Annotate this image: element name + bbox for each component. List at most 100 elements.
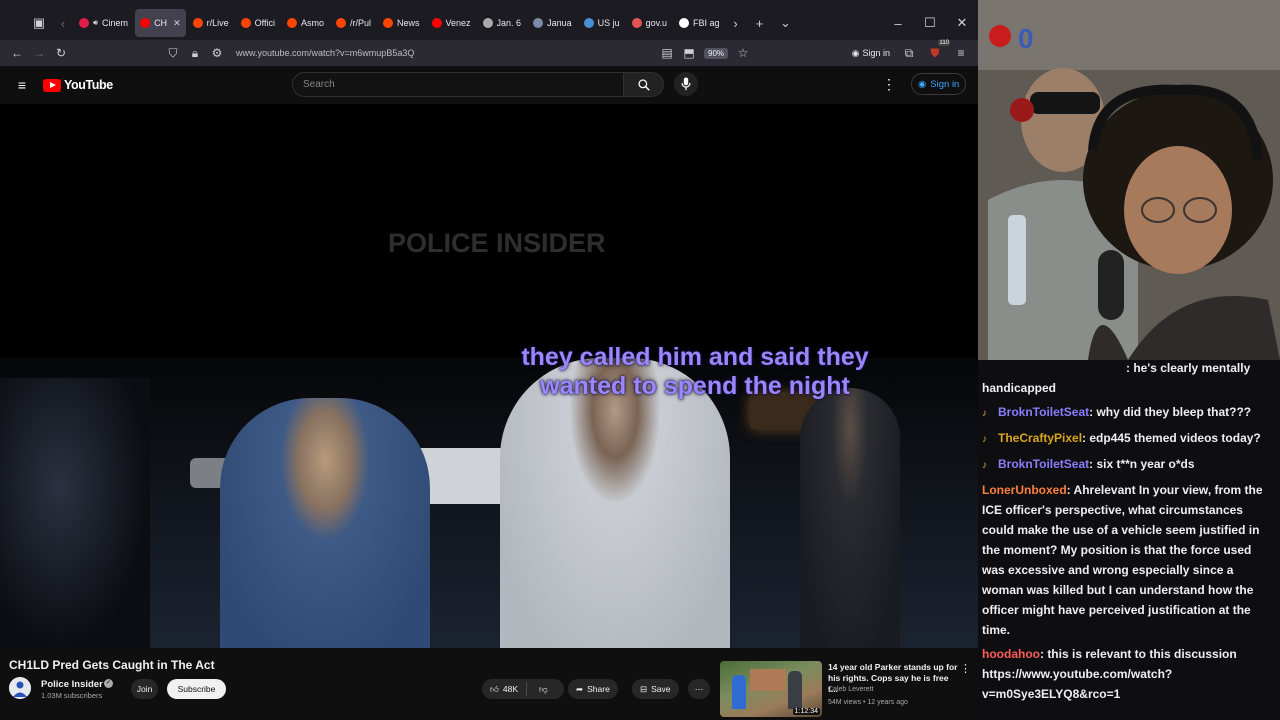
svg-text:0: 0 xyxy=(1018,23,1034,52)
more-horizontal-icon: ⋯ xyxy=(694,683,704,694)
tab-overview-icon[interactable]: ▣ xyxy=(26,10,52,36)
browser-tab[interactable]: Janua xyxy=(528,9,577,37)
search-button[interactable] xyxy=(624,72,664,97)
browser-tab[interactable]: US ju xyxy=(579,9,625,37)
lock-icon[interactable]: 🔒︎ xyxy=(184,42,206,64)
save-button[interactable]: ⊟ Save xyxy=(632,679,679,699)
voice-search-button[interactable] xyxy=(674,72,698,96)
share-button[interactable]: ➦ Share xyxy=(568,679,618,699)
browser-tab[interactable]: /r/Pul xyxy=(331,9,376,37)
tab-label: FBI ag xyxy=(692,18,720,28)
screen: ▣ ‹ 🔊︎ Cinem CH ✕ r/Live Offici Asmo/r/Pul News… xyxy=(0,0,1280,720)
audio-playing-icon[interactable]: 🔊︎ xyxy=(93,18,98,28)
maximize-icon[interactable]: ☐ xyxy=(914,10,946,36)
chat-username[interactable]: TheCraftyPixel xyxy=(998,431,1082,445)
subscribe-button[interactable]: Subscribe xyxy=(167,679,226,699)
window-controls: – ☐ ✕ xyxy=(882,10,978,36)
url-bar[interactable]: www.youtube.com/watch?v=m6wmupB5a3Q xyxy=(236,48,656,58)
reload-icon[interactable]: ↻ xyxy=(50,42,72,64)
new-tab-icon[interactable]: + xyxy=(747,10,773,36)
browser-tab[interactable]: gov.u xyxy=(627,9,672,37)
browser-tab[interactable]: Asmo xyxy=(282,9,329,37)
settings-more-icon[interactable]: ⋮ xyxy=(882,76,896,93)
browser-tab[interactable]: r/Live xyxy=(188,9,234,37)
tab-label: r/Live xyxy=(206,18,229,28)
toolbar-right: ◉ Sign in ⧉ ⛊ 110 ≡ xyxy=(848,40,972,64)
recommended-thumbnail[interactable]: 1:12:34 xyxy=(720,661,822,717)
chat-username[interactable]: BroknToiletSeat xyxy=(998,457,1089,471)
channel-name[interactable]: Police Insider xyxy=(41,679,103,690)
chat-username[interactable]: BroknToiletSeat xyxy=(998,405,1089,419)
channel-avatar[interactable] xyxy=(9,677,31,699)
browser-sign-in[interactable]: ◉ Sign in xyxy=(848,48,894,59)
tab-favicon-icon xyxy=(192,18,203,28)
tab-label: Janua xyxy=(547,18,572,28)
tab-favicon-icon xyxy=(631,18,642,28)
reader-view-icon[interactable]: ▤ xyxy=(656,42,678,64)
video-player[interactable]: POLICE INSIDER they called him and said … xyxy=(0,104,978,648)
share-label: Share xyxy=(587,684,610,694)
browser-tab[interactable]: News xyxy=(378,9,425,37)
bookmark-star-icon[interactable]: ☆ xyxy=(732,42,754,64)
man-figure xyxy=(500,358,730,648)
tabs-scroll-right-icon[interactable]: › xyxy=(725,10,747,36)
recommended-more-icon[interactable]: ⋮ xyxy=(960,662,971,675)
dislike-button[interactable]: 👎︎ xyxy=(531,684,556,695)
chat-text: : Ahrelevant In your view, from the ICE … xyxy=(982,483,1263,637)
youtube-logo[interactable]: YouTube xyxy=(43,78,113,92)
tab-favicon-icon xyxy=(431,18,442,28)
tab-label: Cinem xyxy=(102,18,129,28)
recommended-video[interactable]: 1:12:34 14 year old Parker stands up for… xyxy=(720,661,971,717)
back-icon[interactable]: ← xyxy=(6,42,28,64)
chat-text: : why did they bleep that??? xyxy=(1089,405,1252,419)
browser-tab[interactable]: Offici xyxy=(236,9,280,37)
chat-text: : he's clearly mentally handicapped xyxy=(982,361,1251,395)
chat-message: ♪ BroknToiletSeat: why did they bleep tha… xyxy=(982,402,1276,424)
like-count: 48K xyxy=(502,684,519,694)
search-icon xyxy=(637,78,650,91)
tab-favicon-icon xyxy=(678,18,689,28)
extensions-icon[interactable]: ⧉ xyxy=(898,42,920,64)
tab-list: 🔊︎ Cinem CH ✕ r/Live Offici Asmo/r/Pul News Vene… xyxy=(74,9,725,37)
close-tab-icon[interactable]: ✕ xyxy=(173,18,181,29)
more-actions-button[interactable]: ⋯ xyxy=(688,679,710,699)
guide-menu-icon[interactable]: ≡ xyxy=(12,77,32,93)
chat-username[interactable]: LonerUnboxed xyxy=(982,483,1067,497)
tab-favicon-icon xyxy=(335,18,346,28)
permissions-icon[interactable]: ⚙︎ xyxy=(206,42,228,64)
tab-list-menu-icon[interactable]: ⌄ xyxy=(773,10,799,36)
tab-label: Venez xyxy=(445,18,471,28)
ublock-icon[interactable]: ⛊ 110 xyxy=(924,40,950,64)
browser-window: ▣ ‹ 🔊︎ Cinem CH ✕ r/Live Offici Asmo/r/Pul News… xyxy=(0,0,978,720)
officer-figure xyxy=(800,388,900,648)
close-icon[interactable]: ✕ xyxy=(946,10,978,36)
tab-favicon-icon xyxy=(482,18,493,28)
dark-vehicle xyxy=(0,378,150,648)
chat-message: hoodahoo: this is relevant to this discu… xyxy=(982,644,1276,704)
zoom-level[interactable]: 90% xyxy=(704,47,729,59)
menu-icon[interactable]: ≡ xyxy=(950,42,972,64)
tab-favicon-icon xyxy=(286,18,297,28)
chat-panel: : he's clearly mentally handicapped ♪ Brok… xyxy=(978,358,1280,720)
browser-tab[interactable]: Venez xyxy=(427,9,476,37)
tabs-scroll-left-icon[interactable]: ‹ xyxy=(52,10,74,36)
browser-tab[interactable]: Jan. 6 xyxy=(478,9,527,37)
join-button[interactable]: Join xyxy=(131,679,158,699)
screenshot-icon[interactable]: ⬒ xyxy=(678,42,700,64)
youtube-sign-in-button[interactable]: ◉ Sign in xyxy=(911,73,967,95)
thumb-officer xyxy=(788,671,802,709)
like-button[interactable]: 👍︎ 48K xyxy=(482,682,528,696)
chat-username[interactable]: hoodahoo xyxy=(982,647,1040,661)
browser-tab[interactable]: CH ✕ xyxy=(135,9,186,37)
tab-favicon-icon xyxy=(383,18,393,28)
search-input[interactable]: Search xyxy=(292,72,624,97)
recommended-channel[interactable]: Caleb Leverett xyxy=(828,686,874,693)
forward-icon[interactable]: → xyxy=(28,42,50,64)
browser-tab[interactable]: 🔊︎ Cinem xyxy=(74,9,133,37)
shield-icon[interactable]: ⛉ xyxy=(162,42,184,64)
share-arrow-icon: ➦ xyxy=(576,683,584,694)
minimize-icon[interactable]: – xyxy=(882,10,914,36)
video-frame xyxy=(0,358,978,648)
youtube-play-icon xyxy=(43,78,61,92)
browser-tab[interactable]: FBI ag xyxy=(674,9,725,37)
